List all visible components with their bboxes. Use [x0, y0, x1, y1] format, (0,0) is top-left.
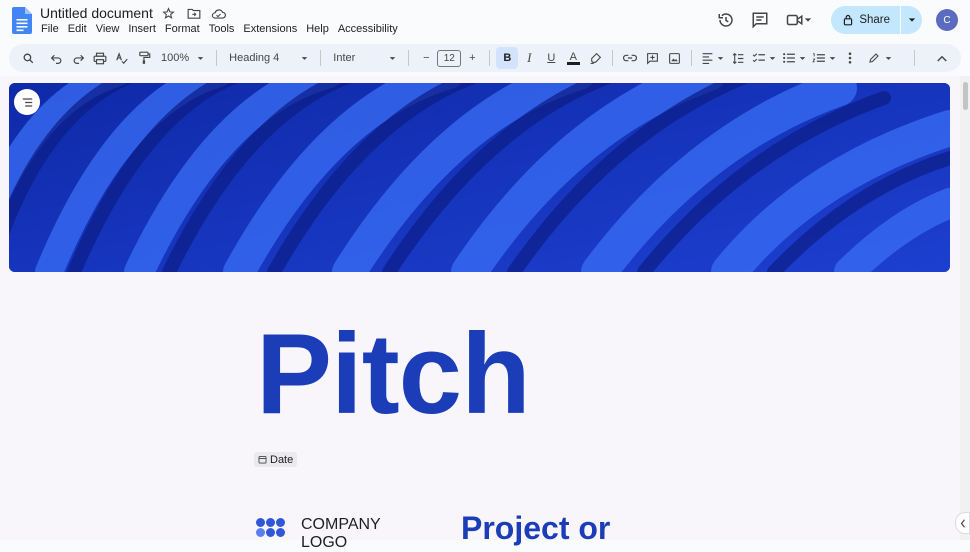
vertical-scrollbar[interactable] [960, 76, 970, 540]
hide-menus-chevron-up-icon[interactable] [931, 47, 953, 69]
history-icon[interactable] [709, 4, 743, 36]
undo-icon[interactable] [45, 47, 67, 69]
formatting-toolbar: 100% Heading 4 Inter − 12 + B I U A [9, 44, 961, 72]
editing-mode-select[interactable] [862, 47, 898, 69]
chevron-down-icon [197, 56, 204, 60]
header-banner-image [9, 83, 950, 272]
pencil-icon [869, 53, 879, 63]
numbered-list-select[interactable] [809, 47, 839, 69]
chevron-down-icon [718, 56, 724, 60]
zoom-select[interactable]: 100% [155, 47, 210, 69]
meet-icon[interactable] [777, 4, 821, 36]
date-chip[interactable]: Date [254, 452, 298, 467]
lock-icon [844, 14, 853, 26]
chevron-down-icon [805, 18, 812, 22]
chevron-down-icon [830, 56, 836, 60]
menu-format[interactable]: Format [165, 23, 200, 35]
decrease-font-size-button[interactable]: − [415, 47, 437, 69]
scrollbar-thumb[interactable] [963, 82, 968, 110]
toolbar-divider [216, 50, 218, 66]
document-title[interactable]: Untitled document [40, 5, 153, 21]
company-logo-icon [256, 518, 285, 537]
align-select[interactable] [698, 47, 727, 69]
insert-image-icon[interactable] [663, 47, 685, 69]
chevron-left-icon [960, 518, 965, 528]
outline-icon [22, 97, 32, 107]
date-chip-label: Date [270, 453, 294, 466]
company-logo-line-2: LOGO [301, 534, 348, 551]
font-size-input[interactable]: 12 [437, 49, 462, 67]
zoom-value: 100% [161, 52, 190, 64]
paragraph-style-select[interactable]: Heading 4 [223, 47, 314, 69]
increase-font-size-button[interactable]: + [461, 47, 483, 69]
underline-button[interactable]: U [540, 47, 562, 69]
docs-logo-icon[interactable] [12, 7, 32, 34]
bulleted-list-icon [783, 53, 796, 63]
toolbar-divider [914, 50, 915, 66]
share-button[interactable]: Share [831, 6, 922, 34]
toolbar-divider [612, 50, 614, 66]
italic-button[interactable]: I [518, 47, 540, 69]
chevron-down-icon [885, 56, 892, 60]
chevron-down-icon [390, 56, 396, 60]
spellcheck-icon[interactable] [111, 47, 133, 69]
menu-insert[interactable]: Insert [128, 23, 156, 35]
menu-accessibility[interactable]: Accessibility [338, 23, 398, 35]
search-icon[interactable] [17, 47, 39, 69]
menu-extensions[interactable]: Extensions [243, 23, 297, 35]
wave-pattern-image [9, 83, 950, 272]
bold-button[interactable]: B [496, 47, 519, 69]
project-heading[interactable]: Project or [461, 510, 610, 547]
avatar[interactable]: C [936, 9, 958, 31]
top-bar: Untitled document File Edit View Insert … [0, 0, 970, 42]
text-color-letter: A [569, 50, 577, 63]
menu-tools[interactable]: Tools [209, 23, 235, 35]
toolbar-divider [408, 50, 410, 66]
menu-edit[interactable]: Edit [68, 23, 87, 35]
menu-file[interactable]: File [41, 23, 59, 35]
paragraph-style-value: Heading 4 [229, 52, 280, 64]
checklist-select[interactable] [749, 47, 779, 69]
menu-view[interactable]: View [96, 23, 120, 35]
add-comment-icon[interactable] [641, 47, 663, 69]
toolbar-divider [320, 50, 322, 66]
more-options-icon[interactable] [839, 47, 861, 69]
chevron-down-icon [770, 56, 776, 60]
toolbar-divider [691, 50, 693, 66]
comment-icon[interactable] [743, 4, 777, 36]
print-icon[interactable] [89, 47, 111, 69]
share-dropdown-button[interactable] [900, 6, 922, 34]
move-folder-icon[interactable] [185, 5, 202, 22]
menu-bar: File Edit View Insert Format Tools Exten… [41, 23, 398, 35]
line-spacing-icon[interactable] [727, 47, 749, 69]
menu-help[interactable]: Help [306, 23, 329, 35]
company-logo-line-1: COMPANY [301, 516, 381, 533]
cloud-status-icon[interactable] [210, 5, 227, 22]
chevron-down-icon [800, 56, 806, 60]
insert-link-icon[interactable] [619, 47, 641, 69]
align-left-icon [702, 53, 713, 64]
font-family-value: Inter [333, 52, 356, 64]
font-family-select[interactable]: Inter [327, 47, 402, 69]
paint-format-icon[interactable] [133, 47, 155, 69]
document-heading[interactable]: Pitch [256, 318, 531, 432]
share-label: Share [859, 14, 890, 26]
chevron-down-icon [908, 18, 915, 22]
chevron-down-icon [301, 56, 308, 60]
company-logo-text: COMPANY LOGO [301, 516, 381, 552]
star-icon[interactable] [160, 5, 177, 22]
highlight-color-icon[interactable] [584, 47, 606, 69]
calendar-icon [258, 456, 267, 464]
redo-icon[interactable] [67, 47, 89, 69]
numbered-list-icon [812, 53, 826, 63]
document-outline-button[interactable] [14, 89, 40, 115]
checklist-icon [753, 53, 766, 63]
toolbar-divider [489, 50, 491, 66]
bulleted-list-select[interactable] [779, 47, 809, 69]
side-panel-toggle[interactable] [955, 512, 970, 534]
text-color-button[interactable]: A [562, 47, 584, 69]
text-color-swatch [566, 61, 580, 65]
